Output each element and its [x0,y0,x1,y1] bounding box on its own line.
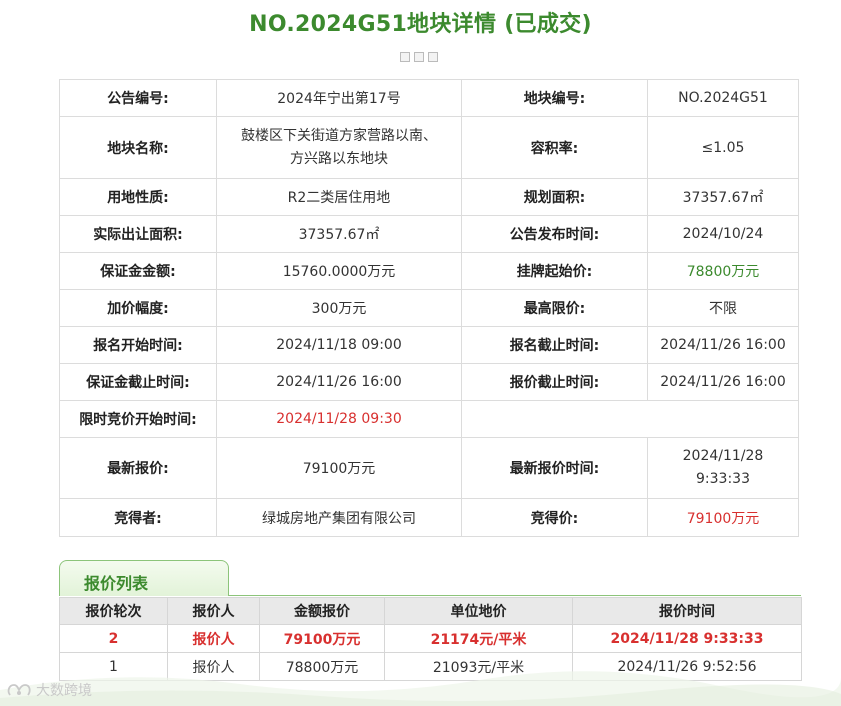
detail-row: 最新报价: 79100万元 最新报价时间: 2024/11/28 9:33:33 [59,437,799,499]
detail-value: 2024/11/18 09:00 [216,326,462,364]
indicator-dot[interactable] [414,52,424,62]
column-header: 报价轮次 [59,597,168,625]
detail-label: 实际出让面积: [59,215,217,253]
bid-time: 2024/11/28 9:33:33 [572,624,802,653]
detail-label: 公告编号: [59,79,217,117]
table-row: 2 报价人 79100万元 21174元/平米 2024/11/28 9:33:… [59,624,802,653]
background-hills [0,671,841,706]
starting-price-value: 78800万元 [647,252,799,290]
bidder: 报价人 [167,624,260,653]
detail-value: 79100万元 [216,437,462,499]
detail-label: 公告发布时间: [461,215,648,253]
detail-value: 绿城房地产集团有限公司 [216,498,462,537]
detail-label: 加价幅度: [59,289,217,327]
detail-label: 最新报价时间: [461,437,648,499]
detail-row: 报名开始时间: 2024/11/18 09:00 报名截止时间: 2024/11… [59,326,799,364]
detail-value: ≤1.05 [647,116,799,179]
detail-value: 2024/11/26 16:00 [216,363,462,401]
detail-label: 最高限价: [461,289,648,327]
watermark-text: 大数跨境 [36,683,92,699]
detail-row: 保证金截止时间: 2024/11/26 16:00 报价截止时间: 2024/1… [59,363,799,401]
detail-value: R2二类居住用地 [216,178,462,216]
tab-bid-list[interactable]: 报价列表 [59,560,229,596]
auction-start-value: 2024/11/28 09:30 [216,400,462,438]
detail-label: 规划面积: [461,178,648,216]
column-header: 金额报价 [259,597,385,625]
detail-value: 鼓楼区下关街道方家营路以南、方兴路以东地块 [216,116,462,179]
land-detail-table: 公告编号: 2024年宁出第17号 地块编号: NO.2024G51 地块名称:… [59,79,799,537]
detail-row: 保证金金额: 15760.0000万元 挂牌起始价: 78800万元 [59,252,799,290]
detail-value: 15760.0000万元 [216,252,462,290]
indicator-dot[interactable] [428,52,438,62]
detail-value: 2024/10/24 [647,215,799,253]
detail-label: 地块名称: [59,116,217,179]
empty-cell [461,400,799,438]
detail-value: 37357.67㎡ [647,178,799,216]
bid-list-tabbar: 报价列表 [59,560,801,596]
detail-label: 报名开始时间: [59,326,217,364]
detail-row: 公告编号: 2024年宁出第17号 地块编号: NO.2024G51 [59,79,799,117]
detail-value: NO.2024G51 [647,79,799,117]
detail-label: 最新报价: [59,437,217,499]
column-header: 单位地价 [384,597,573,625]
detail-label: 容积率: [461,116,648,179]
detail-label: 用地性质: [59,178,217,216]
detail-value: 300万元 [216,289,462,327]
watermark: 大数跨境 [6,680,92,700]
column-header: 报价时间 [572,597,802,625]
detail-label: 竞得者: [59,498,217,537]
column-header: 报价人 [167,597,260,625]
detail-row: 地块名称: 鼓楼区下关街道方家营路以南、方兴路以东地块 容积率: ≤1.05 [59,116,799,179]
detail-label: 报价截止时间: [461,363,648,401]
slide-indicator[interactable] [400,52,444,64]
detail-row: 用地性质: R2二类居住用地 规划面积: 37357.67㎡ [59,178,799,216]
logo-icon [7,684,31,696]
detail-value: 37357.67㎡ [216,215,462,253]
bid-amount: 79100万元 [259,624,385,653]
bid-round: 2 [59,624,168,653]
indicator-dot[interactable] [400,52,410,62]
detail-value: 2024/11/28 9:33:33 [647,437,799,499]
winning-price-value: 79100万元 [647,498,799,537]
page-title: NO.2024G51地块详情 (已成交) [249,12,592,37]
unit-price: 21174元/平米 [384,624,573,653]
detail-row: 加价幅度: 300万元 最高限价: 不限 [59,289,799,327]
bid-header-row: 报价轮次 报价人 金额报价 单位地价 报价时间 [59,597,802,625]
detail-label: 报名截止时间: [461,326,648,364]
detail-label: 地块编号: [461,79,648,117]
detail-row: 竞得者: 绿城房地产集团有限公司 竞得价: 79100万元 [59,498,799,537]
detail-label: 挂牌起始价: [461,252,648,290]
detail-label: 保证金截止时间: [59,363,217,401]
detail-value: 2024/11/26 16:00 [647,363,799,401]
detail-label: 保证金金额: [59,252,217,290]
detail-label: 限时竞价开始时间: [59,400,217,438]
detail-value: 2024/11/26 16:00 [647,326,799,364]
detail-row: 限时竞价开始时间: 2024/11/28 09:30 [59,400,799,438]
detail-value: 2024年宁出第17号 [216,79,462,117]
detail-row: 实际出让面积: 37357.67㎡ 公告发布时间: 2024/10/24 [59,215,799,253]
detail-label: 竞得价: [461,498,648,537]
detail-value: 不限 [647,289,799,327]
